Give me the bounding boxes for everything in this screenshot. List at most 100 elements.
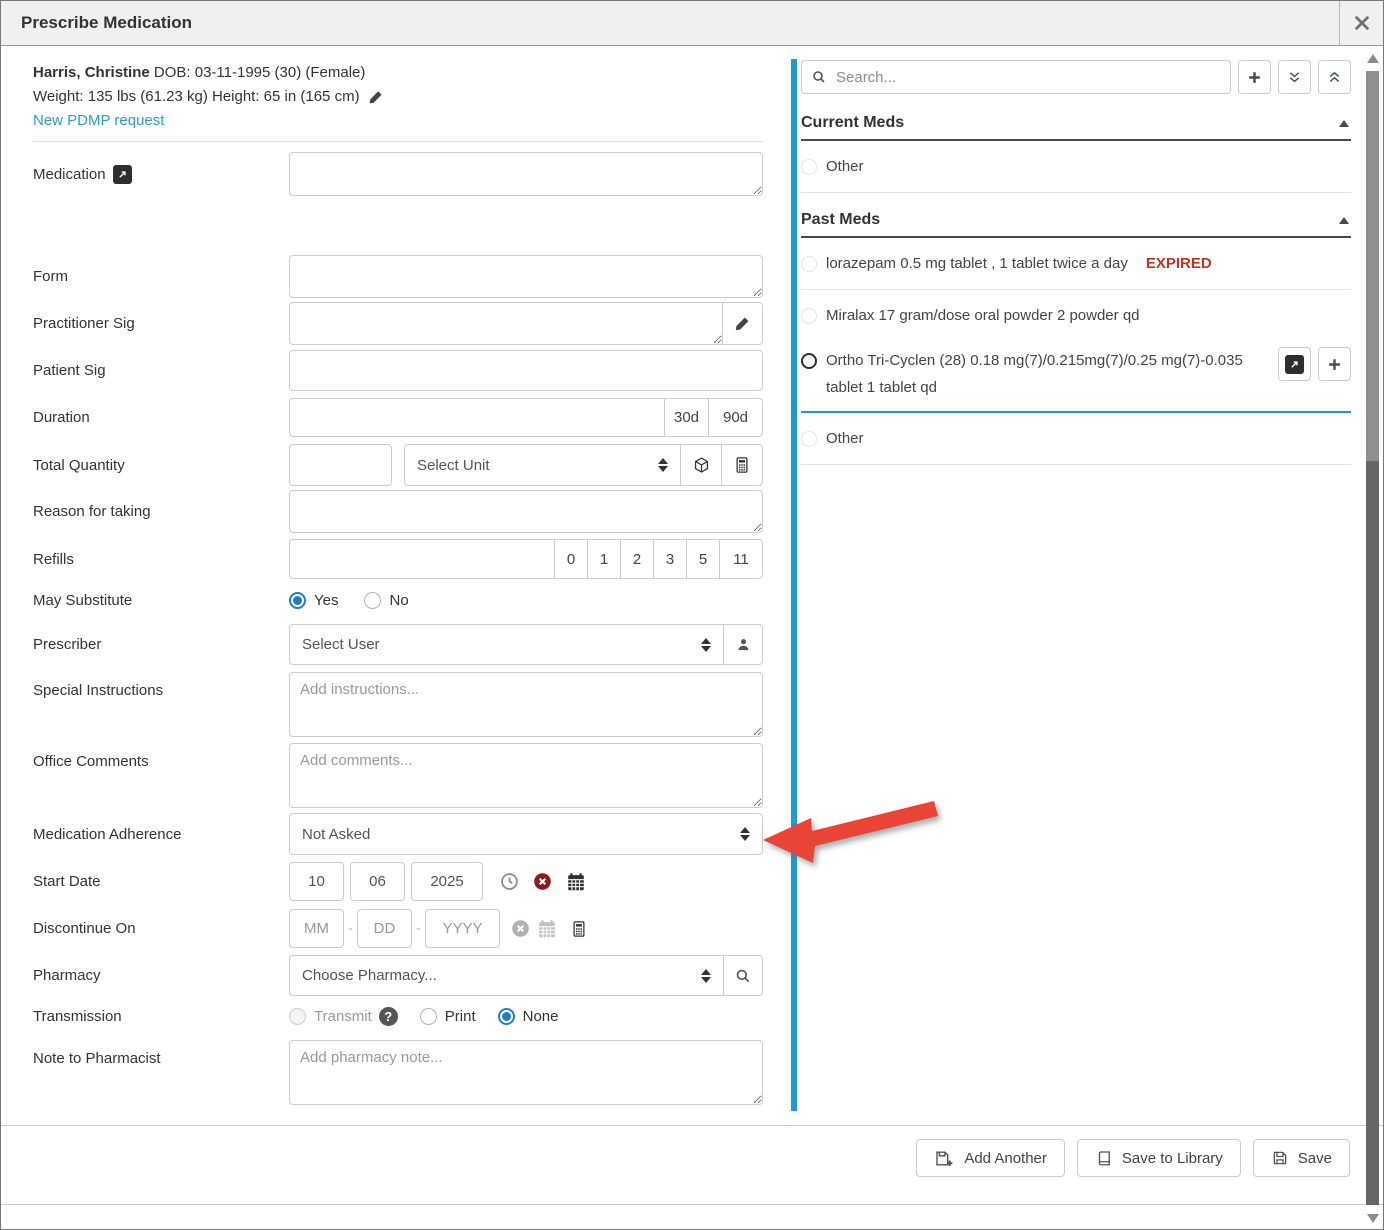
practitioner-sig-edit-button[interactable] (722, 302, 763, 345)
special-instructions-input[interactable] (289, 672, 763, 737)
duration-90d-button[interactable]: 90d (708, 398, 763, 437)
collapse-all-button[interactable] (1318, 60, 1351, 94)
pharmacy-label: Pharmacy (33, 967, 289, 984)
may-substitute-no-radio[interactable] (364, 592, 381, 609)
past-med-item-miralax[interactable]: Miralax 17 gram/dose oral powder 2 powde… (801, 290, 1351, 341)
duration-input[interactable] (289, 398, 665, 437)
medication-input[interactable] (289, 152, 763, 196)
total-quantity-label: Total Quantity (33, 457, 289, 474)
save-plus-icon (934, 1149, 955, 1168)
start-date-month-input[interactable] (289, 862, 344, 901)
med-label: Other (826, 153, 1351, 180)
start-date-clock-icon[interactable] (499, 871, 520, 892)
patient-sig-input[interactable] (289, 350, 763, 391)
form-row-refills: Refills 0 1 2 3 5 11 (33, 539, 763, 579)
medication-external-link-icon[interactable] (113, 165, 132, 184)
scrollbar-thumb-upper[interactable] (1366, 71, 1379, 461)
prescriber-user-button[interactable] (723, 624, 763, 665)
medication-adherence-dropdown[interactable]: Not Asked (289, 813, 763, 855)
close-button[interactable] (1339, 1, 1383, 45)
med-radio[interactable] (801, 308, 817, 324)
past-med-item-lorazepam[interactable]: lorazepam 0.5 mg tablet , 1 tablet twice… (801, 238, 1351, 290)
transmission-print-radio[interactable] (420, 1008, 437, 1025)
package-cube-icon (692, 456, 711, 475)
refills-3-button[interactable]: 3 (653, 539, 687, 579)
scrollbar[interactable] (1364, 47, 1382, 1229)
scroll-up-arrow[interactable] (1367, 54, 1379, 63)
discontinue-day-input[interactable] (357, 909, 412, 948)
pharmacy-dropdown[interactable]: Choose Pharmacy... (289, 955, 724, 996)
start-date-year-input[interactable] (411, 862, 483, 901)
person-icon (735, 636, 752, 653)
transmission-transmit-radio[interactable] (289, 1008, 306, 1025)
refills-0-button[interactable]: 0 (554, 539, 588, 579)
panel-divider (791, 59, 797, 1111)
discontinue-year-input[interactable] (425, 909, 500, 948)
reason-label: Reason for taking (33, 503, 289, 520)
transmission-print-label: Print (445, 1008, 476, 1025)
save-button[interactable]: Save (1253, 1139, 1350, 1177)
package-button[interactable] (680, 444, 722, 486)
quantity-calculator-button[interactable] (721, 444, 763, 486)
prescriber-value: Select User (302, 636, 380, 653)
transmit-help-icon[interactable]: ? (379, 1007, 398, 1026)
pencil-icon (734, 315, 751, 332)
reason-input[interactable] (289, 490, 763, 533)
save-to-library-button[interactable]: Save to Library (1077, 1139, 1241, 1177)
add-med-button[interactable] (1238, 60, 1271, 94)
start-date-label: Start Date (33, 873, 289, 890)
medication-adherence-label: Medication Adherence (33, 826, 289, 843)
med-add-button[interactable] (1318, 347, 1351, 381)
med-radio[interactable] (801, 256, 817, 272)
med-radio[interactable] (801, 159, 817, 175)
transmission-none-radio[interactable] (498, 1008, 515, 1025)
collapse-section-icon[interactable] (1339, 120, 1349, 127)
duration-30d-button[interactable]: 30d (664, 398, 709, 437)
calculator-icon (733, 456, 751, 474)
refills-1-button[interactable]: 1 (587, 539, 621, 579)
medication-label-wrap: Medication (33, 165, 289, 184)
refills-5-button[interactable]: 5 (686, 539, 720, 579)
select-unit-dropdown[interactable]: Select Unit (404, 444, 681, 486)
form-input[interactable] (289, 255, 763, 298)
refills-11-button[interactable]: 11 (719, 539, 763, 579)
past-meds-title: Past Meds (801, 211, 880, 229)
office-comments-input[interactable] (289, 743, 763, 808)
practitioner-sig-input[interactable] (289, 302, 723, 345)
start-date-day-input[interactable] (350, 862, 405, 901)
add-another-button[interactable]: Add Another (916, 1139, 1065, 1177)
total-quantity-input[interactable] (289, 444, 392, 486)
med-external-link-button[interactable] (1278, 347, 1311, 381)
med-radio[interactable] (801, 431, 817, 447)
new-pdmp-request-link[interactable]: New PDMP request (33, 109, 384, 133)
past-med-other-item[interactable]: Other (801, 413, 1351, 465)
start-date-clear-icon[interactable] (532, 871, 553, 892)
form-row-discontinue-on: Discontinue On - - (33, 909, 763, 948)
discontinue-month-input[interactable] (289, 909, 344, 948)
past-med-item-ortho[interactable]: Ortho Tri-Cyclen (28) 0.18 mg(7)/0.215mg… (801, 341, 1351, 413)
discontinue-calculator-icon[interactable] (570, 920, 588, 938)
meds-search-input[interactable] (834, 68, 1221, 87)
sort-carets-icon (658, 458, 668, 472)
refills-2-button[interactable]: 2 (620, 539, 654, 579)
expand-all-button[interactable] (1278, 60, 1311, 94)
collapse-section-icon[interactable] (1339, 217, 1349, 224)
current-med-other-item[interactable]: Other (801, 141, 1351, 193)
may-substitute-yes-radio[interactable] (289, 592, 306, 609)
discontinue-clear-icon[interactable] (510, 918, 531, 939)
scroll-down-arrow[interactable] (1367, 1214, 1379, 1223)
med-radio-selected[interactable] (801, 353, 817, 369)
pharmacy-search-button[interactable] (723, 955, 763, 996)
discontinue-calendar-icon[interactable] (536, 918, 558, 940)
prescriber-dropdown[interactable]: Select User (289, 624, 724, 665)
prescriber-label: Prescriber (33, 636, 289, 653)
pharmacy-note-input[interactable] (289, 1040, 763, 1105)
form-row-medication-adherence: Medication Adherence Not Asked (33, 813, 763, 855)
special-instructions-label: Special Instructions (33, 672, 289, 699)
refills-input[interactable] (289, 539, 555, 579)
edit-vitals-pencil-icon[interactable] (368, 89, 384, 105)
sort-carets-icon (701, 638, 711, 652)
scrollbar-thumb-lower[interactable] (1366, 461, 1379, 1205)
start-date-calendar-icon[interactable] (565, 871, 587, 893)
meds-search-box[interactable] (801, 60, 1231, 94)
